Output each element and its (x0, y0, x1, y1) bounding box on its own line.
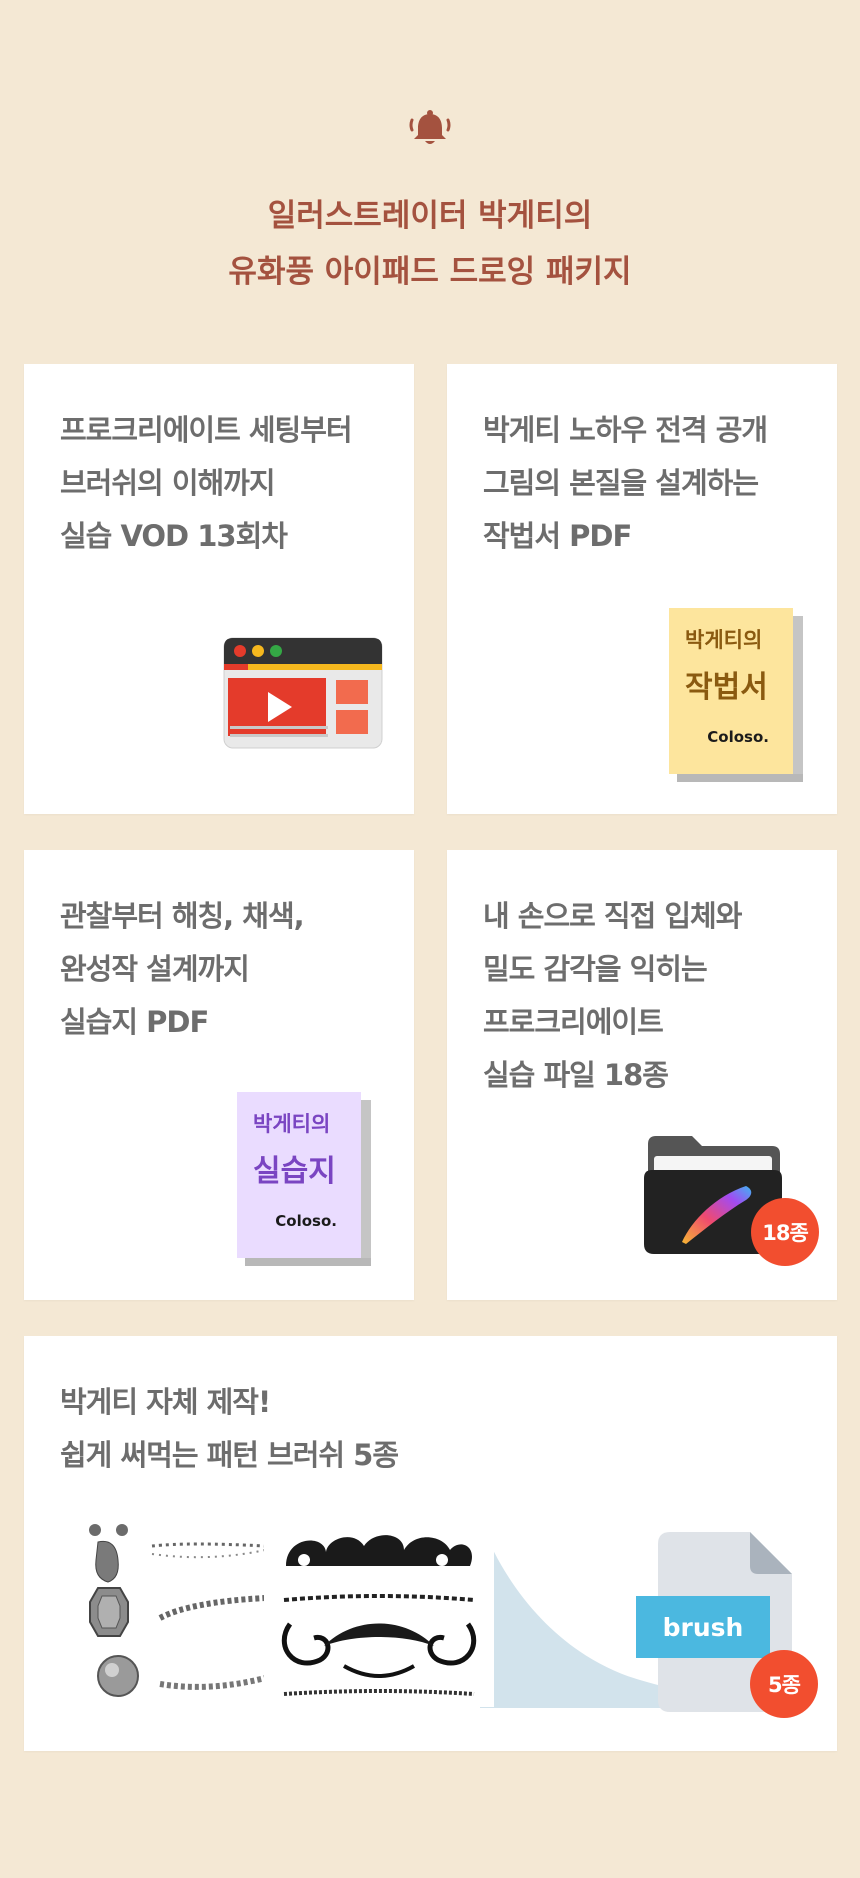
count-badge: 18종 (751, 1198, 819, 1266)
card-line: 관찰부터 해칭, 채색, (60, 899, 305, 933)
book-cover: 박게티의 작법서 Coloso. (669, 608, 793, 774)
guidebook-book: 박게티의 작법서 Coloso. (669, 608, 803, 782)
count-badge: 5종 (750, 1650, 818, 1718)
book-bottom (677, 774, 803, 782)
bell-icon (409, 110, 451, 144)
coloso-logo: Coloso. (707, 728, 769, 746)
card-line: 프로크리에이트 세팅부터 (60, 413, 353, 447)
card-line: 완성작 설계까지 (60, 952, 250, 986)
card-line: 작법서 PDF (483, 519, 632, 553)
workbook-book: 박게티의 실습지 Coloso. (237, 1092, 371, 1266)
card-line: 실습 파일 18종 (483, 1058, 669, 1092)
page-title-line1: 일러스트레이터 박게티의 (267, 198, 593, 234)
book-title: 작법서 (685, 670, 768, 705)
card-vod: 프로크리에이트 세팅부터 브러쉬의 이해까지 실습 VOD 13회차 (24, 364, 414, 814)
card-line: 실습지 PDF (60, 1005, 209, 1039)
card-line: 그림의 본질을 설계하는 (483, 466, 759, 500)
card-line: 프로크리에이트 (483, 1005, 664, 1039)
card-workbook-text: 관찰부터 해칭, 채색, 완성작 설계까지 실습지 PDF (60, 890, 305, 1049)
card-line: 박게티 자체 제작! (60, 1385, 271, 1419)
card-line: 브러쉬의 이해까지 (60, 466, 276, 500)
card-practice-files-text: 내 손으로 직접 입체와 밀도 감각을 익히는 프로크리에이트 실습 파일 18… (483, 890, 742, 1102)
book-side (361, 1100, 371, 1266)
book-subtitle: 박게티의 (685, 628, 763, 652)
book-bottom (245, 1258, 371, 1266)
card-vod-text: 프로크리에이트 세팅부터 브러쉬의 이해까지 실습 VOD 13회차 (60, 404, 353, 563)
card-practice-files: 내 손으로 직접 입체와 밀도 감각을 익히는 프로크리에이트 실습 파일 18… (447, 850, 837, 1300)
video-player-icon (223, 637, 383, 749)
book-subtitle: 박게티의 (253, 1112, 331, 1136)
card-pattern-brushes-text: 박게티 자체 제작! 쉽게 써먹는 패턴 브러쉬 5종 (60, 1376, 399, 1482)
card-guidebook: 박게티 노하우 전격 공개 그림의 본질을 설계하는 작법서 PDF 박게티의 … (447, 364, 837, 814)
card-guidebook-text: 박게티 노하우 전격 공개 그림의 본질을 설계하는 작법서 PDF (483, 404, 768, 563)
card-line: 쉽게 써먹는 패턴 브러쉬 5종 (60, 1438, 399, 1472)
book-cover: 박게티의 실습지 Coloso. (237, 1092, 361, 1258)
card-line: 박게티 노하우 전격 공개 (483, 413, 768, 447)
card-line: 내 손으로 직접 입체와 (483, 899, 742, 933)
card-line: 실습 VOD 13회차 (60, 519, 288, 553)
book-title: 실습지 (253, 1154, 336, 1189)
coloso-logo: Coloso. (275, 1212, 337, 1230)
card-workbook: 관찰부터 해칭, 채색, 완성작 설계까지 실습지 PDF 박게티의 실습지 C… (24, 850, 414, 1300)
book-side (793, 616, 803, 782)
card-line: 밀도 감각을 익히는 (483, 952, 708, 986)
page-title-line2: 유화풍 아이패드 드로잉 패키지 (228, 254, 632, 290)
brush-file-label: brush (636, 1596, 770, 1658)
ornament-pattern-sample (264, 1516, 494, 1707)
